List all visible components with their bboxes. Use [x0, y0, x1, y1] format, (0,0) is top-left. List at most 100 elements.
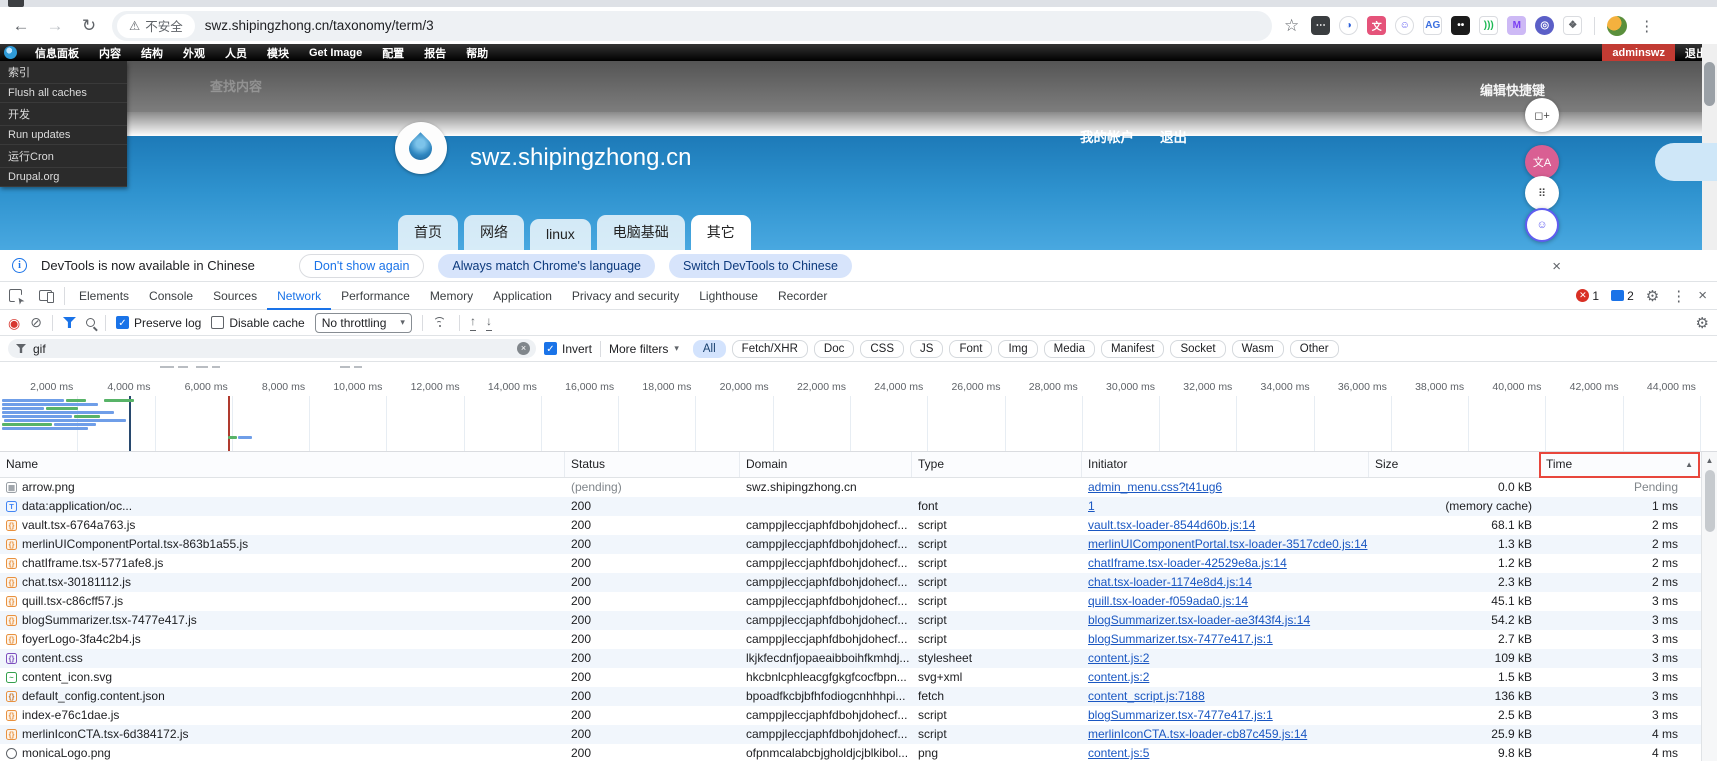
- devtools-tab-privacy-and-security[interactable]: Privacy and security: [562, 282, 689, 310]
- initiator-link[interactable]: merlinIconCTA.tsx-loader-cb87c459.js:14: [1088, 727, 1307, 741]
- admin-dropdown-item[interactable]: 运行Cron: [0, 145, 127, 168]
- merlin-extension[interactable]: M: [1507, 16, 1526, 35]
- initiator-link[interactable]: admin_menu.css?t41ug6: [1088, 480, 1222, 494]
- clear-network-log-icon[interactable]: ⊘: [30, 314, 42, 331]
- request-name-cell[interactable]: {}vault.tsx-6764a763.js: [0, 516, 565, 535]
- request-name-cell[interactable]: {}blogSummarizer.tsx-7477e417.js: [0, 611, 565, 630]
- scroll-thumb[interactable]: [1704, 62, 1715, 106]
- network-settings-icon[interactable]: ⚙: [1696, 314, 1709, 332]
- add-widget-button[interactable]: ◻+: [1525, 98, 1559, 132]
- network-request-row[interactable]: monicaLogo.png200ofpnmcalabcbjgholdjcjbl…: [0, 744, 1717, 761]
- network-request-row[interactable]: ~content_icon.svg200hkcbnlcphleacgfgkgfc…: [0, 668, 1717, 687]
- network-request-row[interactable]: Tdata:application/oc...200font1(memory c…: [0, 497, 1717, 516]
- admin-menu-item[interactable]: 信息面板: [25, 44, 89, 61]
- admin-menu-item[interactable]: 配置: [372, 44, 414, 61]
- network-request-row[interactable]: {}chat.tsx-30181112.js200camppjleccjaphf…: [0, 573, 1717, 592]
- site-tab-首页[interactable]: 首页: [398, 215, 458, 250]
- type-pill-doc[interactable]: Doc: [814, 340, 854, 358]
- my-account-link[interactable]: 我的帐户: [1080, 126, 1134, 146]
- admin-dropdown-item[interactable]: Flush all caches: [0, 84, 127, 103]
- column-header-status[interactable]: Status: [565, 452, 740, 477]
- message-badge[interactable]: 2: [1611, 289, 1634, 303]
- ag-extension[interactable]: AG: [1423, 16, 1442, 35]
- network-request-row[interactable]: {}chatIframe.tsx-5771afe8.js200camppjlec…: [0, 554, 1717, 573]
- clear-filter-icon[interactable]: ×: [517, 342, 530, 355]
- shield-extension[interactable]: ◎: [1535, 16, 1554, 35]
- chrome-menu-icon[interactable]: ⋮: [1639, 17, 1655, 35]
- devtools-tab-recorder[interactable]: Recorder: [768, 282, 837, 310]
- type-pill-manifest[interactable]: Manifest: [1101, 340, 1164, 358]
- initiator-link[interactable]: quill.tsx-loader-f059ada0.js:14: [1088, 594, 1248, 608]
- darkreader-extension[interactable]: ••: [1451, 16, 1470, 35]
- grid-menu-button[interactable]: ⠿: [1525, 176, 1559, 210]
- disable-cache-checkbox[interactable]: Disable cache: [211, 316, 304, 330]
- request-name-cell[interactable]: {}quill.tsx-c86cff57.js: [0, 592, 565, 611]
- admin-dropdown-item[interactable]: 索引: [0, 61, 127, 84]
- drupal-icon[interactable]: [4, 46, 17, 59]
- forward-icon[interactable]: →: [44, 16, 66, 36]
- devtools-tab-sources[interactable]: Sources: [203, 282, 267, 310]
- type-pill-media[interactable]: Media: [1044, 340, 1095, 358]
- translate-extension[interactable]: 文: [1367, 16, 1386, 35]
- request-name-cell[interactable]: {}merlinIconCTA.tsx-6d384172.js: [0, 725, 565, 744]
- type-pill-socket[interactable]: Socket: [1170, 340, 1225, 358]
- monica-extension[interactable]: ☺: [1395, 16, 1414, 35]
- column-header-name[interactable]: Name: [0, 452, 565, 477]
- translate-float-button[interactable]: 文A: [1525, 145, 1559, 179]
- signal-extension[interactable]: ))): [1479, 16, 1498, 35]
- banner-close-icon[interactable]: ×: [1552, 258, 1561, 275]
- type-pill-img[interactable]: Img: [998, 340, 1037, 358]
- devtools-tab-console[interactable]: Console: [139, 282, 203, 310]
- devtools-tab-application[interactable]: Application: [483, 282, 562, 310]
- admin-menu-item[interactable]: Get Image: [299, 44, 372, 61]
- network-request-row[interactable]: {}merlinUIComponentPortal.tsx-863b1a55.j…: [0, 535, 1717, 554]
- match-chrome-language-button[interactable]: Always match Chrome's language: [438, 254, 655, 278]
- admin-menu-item[interactable]: 外观: [173, 44, 215, 61]
- column-header-time[interactable]: Time▲: [1540, 452, 1700, 477]
- request-name-cell[interactable]: Tdata:application/oc...: [0, 497, 565, 516]
- edit-shortcuts-link[interactable]: 编辑快捷键: [1480, 80, 1545, 99]
- initiator-link[interactable]: blogSummarizer.tsx-loader-ae3f43f4.js:14: [1088, 613, 1310, 627]
- type-pill-js[interactable]: JS: [910, 340, 943, 358]
- network-request-row[interactable]: {}merlinIconCTA.tsx-6d384172.js200camppj…: [0, 725, 1717, 744]
- request-name-cell[interactable]: ▦arrow.png: [0, 478, 565, 497]
- admin-menu-item[interactable]: 结构: [131, 44, 173, 61]
- type-pill-other[interactable]: Other: [1290, 340, 1339, 358]
- switch-to-chinese-button[interactable]: Switch DevTools to Chinese: [669, 254, 852, 278]
- import-har-icon[interactable]: ↑: [470, 314, 476, 331]
- profile-avatar[interactable]: [1607, 16, 1627, 36]
- request-name-cell[interactable]: {}foyerLogo-3fa4c2b4.js: [0, 630, 565, 649]
- error-badge[interactable]: ✕1: [1576, 289, 1599, 303]
- record-network-log-icon[interactable]: ◉: [8, 316, 20, 330]
- table-scrollbar[interactable]: ▲: [1701, 452, 1717, 761]
- dont-show-again-button[interactable]: Don't show again: [299, 254, 425, 278]
- reload-icon[interactable]: ↻: [78, 16, 100, 36]
- scroll-up-icon[interactable]: ▲: [1702, 452, 1717, 465]
- request-name-cell[interactable]: ~content_icon.svg: [0, 668, 565, 687]
- network-request-row[interactable]: {}index-e76c1dae.js200camppjleccjaphfdbo…: [0, 706, 1717, 725]
- type-pill-all[interactable]: All: [693, 340, 726, 358]
- network-request-row[interactable]: {}quill.tsx-c86cff57.js200camppjleccjaph…: [0, 592, 1717, 611]
- devtools-settings-icon[interactable]: ⚙: [1646, 287, 1659, 305]
- column-header-domain[interactable]: Domain: [740, 452, 912, 477]
- devtools-tab-memory[interactable]: Memory: [420, 282, 483, 310]
- devtools-close-icon[interactable]: ×: [1698, 287, 1707, 304]
- site-tab-电脑基础[interactable]: 电脑基础: [597, 215, 685, 250]
- preserve-log-checkbox[interactable]: ✓Preserve log: [116, 316, 201, 330]
- column-header-initiator[interactable]: Initiator: [1082, 452, 1369, 477]
- network-request-row[interactable]: {}content.css200lkjkfecdnfjopaeaibboihfk…: [0, 649, 1717, 668]
- initiator-link[interactable]: chat.tsx-loader-1174e8d4.js:14: [1088, 575, 1252, 589]
- network-request-row[interactable]: {}foyerLogo-3fa4c2b4.js200camppjleccjaph…: [0, 630, 1717, 649]
- network-request-row[interactable]: {}vault.tsx-6764a763.js200camppjleccjaph…: [0, 516, 1717, 535]
- inspect-element-icon[interactable]: [0, 282, 30, 309]
- scroll-thumb[interactable]: [1705, 470, 1715, 532]
- request-name-cell[interactable]: {}chat.tsx-30181112.js: [0, 573, 565, 592]
- column-header-type[interactable]: Type: [912, 452, 1082, 477]
- device-toolbar-icon[interactable]: [30, 282, 60, 309]
- devtools-tab-elements[interactable]: Elements: [69, 282, 139, 310]
- type-pill-wasm[interactable]: Wasm: [1232, 340, 1284, 358]
- network-overview[interactable]: [0, 396, 1717, 452]
- site-tab-linux[interactable]: linux: [530, 219, 591, 250]
- initiator-link[interactable]: content.js:5: [1088, 746, 1149, 760]
- network-request-row[interactable]: {}default_config.content.json200bpoadfkc…: [0, 687, 1717, 706]
